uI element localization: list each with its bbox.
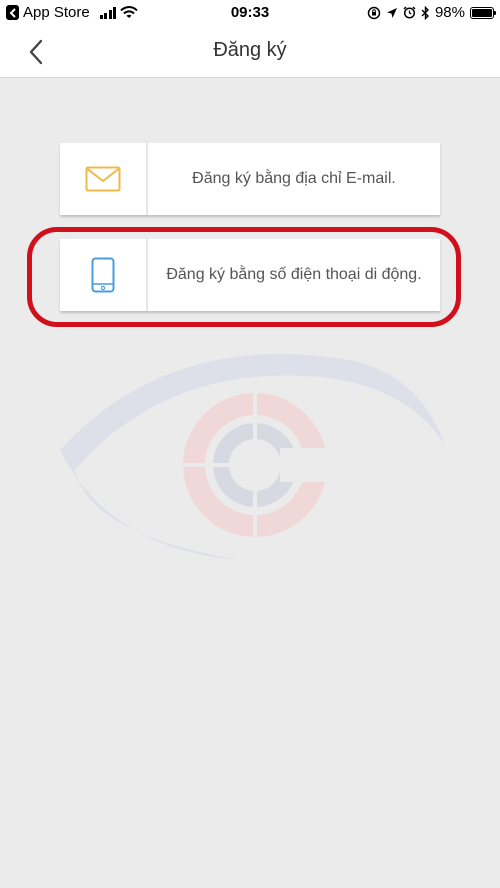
nav-bar: Đăng ký — [0, 26, 500, 78]
mail-icon — [85, 166, 121, 192]
register-email-label: Đăng ký bằng địa chỉ E-mail. — [192, 170, 396, 187]
status-bar: App Store 09:33 98% — [0, 0, 500, 26]
register-email-option[interactable]: Đăng ký bằng địa chỉ E-mail. — [60, 143, 440, 215]
email-icon-cell — [60, 143, 148, 215]
alarm-clock-icon — [403, 6, 416, 19]
register-phone-option[interactable]: Đăng ký bằng số điện thoại di động. — [60, 239, 440, 311]
status-right: 98% — [367, 4, 496, 21]
phone-icon-cell — [60, 239, 148, 311]
battery-percent: 98% — [434, 4, 465, 21]
register-phone-label: Đăng ký bằng số điện thoại di động. — [166, 266, 422, 283]
orientation-lock-icon — [367, 6, 381, 19]
bluetooth-icon — [421, 5, 429, 20]
location-arrow-icon — [386, 7, 397, 18]
watermark-logo — [60, 354, 445, 560]
mobile-phone-icon — [91, 257, 115, 293]
battery-icon — [470, 6, 496, 19]
page-title: Đăng ký — [213, 39, 287, 61]
